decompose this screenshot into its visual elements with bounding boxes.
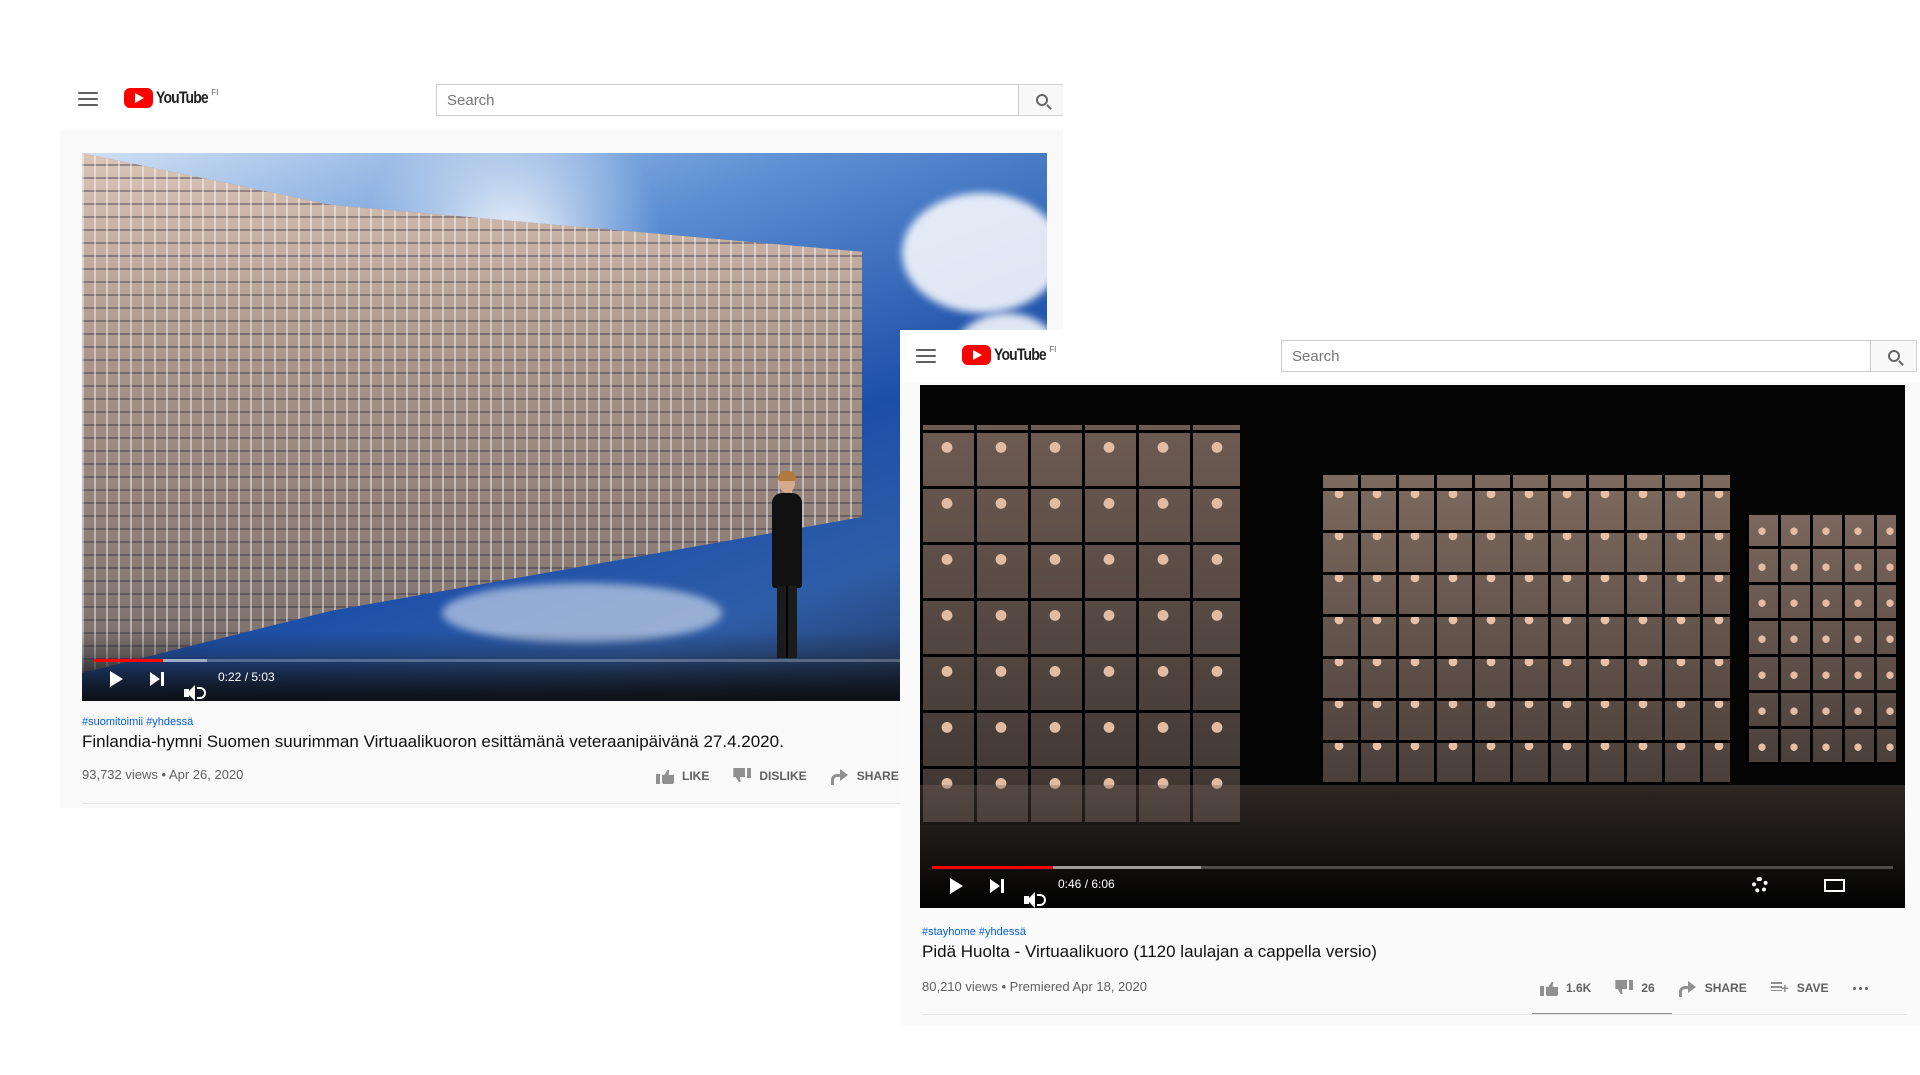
share-label: SHARE — [1704, 981, 1747, 995]
settings-gear-icon[interactable] — [1752, 877, 1768, 893]
search-icon — [1035, 94, 1048, 106]
thumb-down-icon — [733, 768, 752, 784]
search-placeholder: Search — [1292, 347, 1340, 365]
thumb-up-icon — [1540, 980, 1558, 996]
save-button[interactable]: SAVE — [1770, 980, 1829, 996]
video-frame-choir-grid-right — [1746, 515, 1896, 765]
video-frame-choir-grid-center — [1320, 475, 1730, 785]
share-icon — [1678, 980, 1697, 997]
progress-played — [932, 866, 1054, 869]
youtube-logo[interactable]: YouTube FI — [124, 88, 218, 108]
theater-mode-icon[interactable] — [1824, 879, 1845, 892]
progress-played — [94, 659, 163, 662]
logo-region: FI — [1049, 344, 1057, 354]
divider — [922, 1014, 1907, 1015]
share-button[interactable]: SHARE — [1678, 980, 1747, 997]
search-button[interactable] — [1019, 84, 1063, 116]
video-player[interactable]: 0:46 / 6:06 — [920, 385, 1905, 908]
video-frame-choir-grid-left — [920, 425, 1240, 825]
save-playlist-icon — [1770, 980, 1789, 996]
like-button[interactable]: 1.6K — [1540, 980, 1591, 996]
share-label: SHARE — [856, 769, 899, 783]
share-icon — [830, 768, 849, 785]
like-button[interactable]: LIKE — [656, 768, 709, 784]
logo-region: FI — [211, 87, 219, 97]
more-actions-icon[interactable] — [1852, 986, 1868, 990]
video-title: Finlandia-hymni Suomen suurimman Virtuaa… — [82, 732, 784, 751]
dislike-button[interactable]: 26 — [1615, 980, 1655, 996]
time-display: 0:22 / 5:03 — [218, 670, 275, 684]
video-frame-conductor — [770, 471, 804, 658]
menu-icon[interactable] — [916, 349, 936, 363]
share-button[interactable]: SHARE — [830, 768, 899, 785]
youtube-window-pida-huolta: YouTube FI Search 0:46 / 6:06 #stayhome … — [900, 330, 1920, 1025]
youtube-logo[interactable]: YouTube FI — [962, 345, 1056, 365]
search-placeholder: Search — [447, 91, 495, 109]
progress-bar[interactable] — [94, 659, 1035, 662]
masthead: YouTube FI Search — [60, 68, 1063, 130]
youtube-play-icon — [124, 88, 153, 108]
thumb-down-icon — [1615, 980, 1634, 996]
video-frame-cloud — [902, 193, 1047, 313]
like-count: 1.6K — [1566, 981, 1592, 995]
volume-icon[interactable] — [1024, 892, 1046, 908]
search-input[interactable]: Search — [436, 84, 1019, 116]
play-icon[interactable] — [110, 671, 123, 687]
search-button[interactable] — [1871, 340, 1917, 372]
logo-text: YouTube — [156, 88, 209, 107]
view-count-date: 80,210 views • Premiered Apr 18, 2020 — [922, 979, 1147, 994]
save-label: SAVE — [1796, 981, 1829, 995]
volume-icon[interactable] — [184, 685, 206, 701]
time-display: 0:46 / 6:06 — [1058, 877, 1115, 891]
video-title: Pidä Huolta - Virtuaalikuoro (1120 laula… — [922, 942, 1377, 961]
hashtags[interactable]: #stayhome #yhdessä — [922, 926, 1026, 938]
dislike-button[interactable]: DISLIKE — [733, 768, 807, 784]
thumb-up-icon — [656, 768, 674, 784]
next-icon[interactable] — [150, 672, 166, 686]
menu-icon[interactable] — [78, 92, 98, 106]
dislike-label: DISLIKE — [759, 769, 807, 783]
youtube-play-icon — [962, 345, 991, 365]
progress-bar[interactable] — [932, 866, 1893, 869]
hashtags[interactable]: #suomitoimii #yhdessä — [82, 716, 193, 728]
dislike-count: 26 — [1641, 981, 1655, 995]
masthead: YouTube FI Search — [900, 330, 1920, 382]
player-controls: 0:46 / 6:06 — [920, 862, 1905, 908]
like-label: LIKE — [682, 769, 710, 783]
logo-text: YouTube — [994, 345, 1047, 364]
search-input[interactable]: Search — [1281, 340, 1871, 372]
search-icon — [1887, 350, 1900, 362]
action-bar: 1.6K 26 SHARE SAVE — [1540, 980, 1892, 997]
next-icon[interactable] — [990, 879, 1006, 893]
action-bar: LIKE DISLIKE SHARE — [656, 768, 923, 785]
view-count-date: 93,732 views • Apr 26, 2020 — [82, 767, 244, 782]
play-icon[interactable] — [950, 878, 963, 894]
